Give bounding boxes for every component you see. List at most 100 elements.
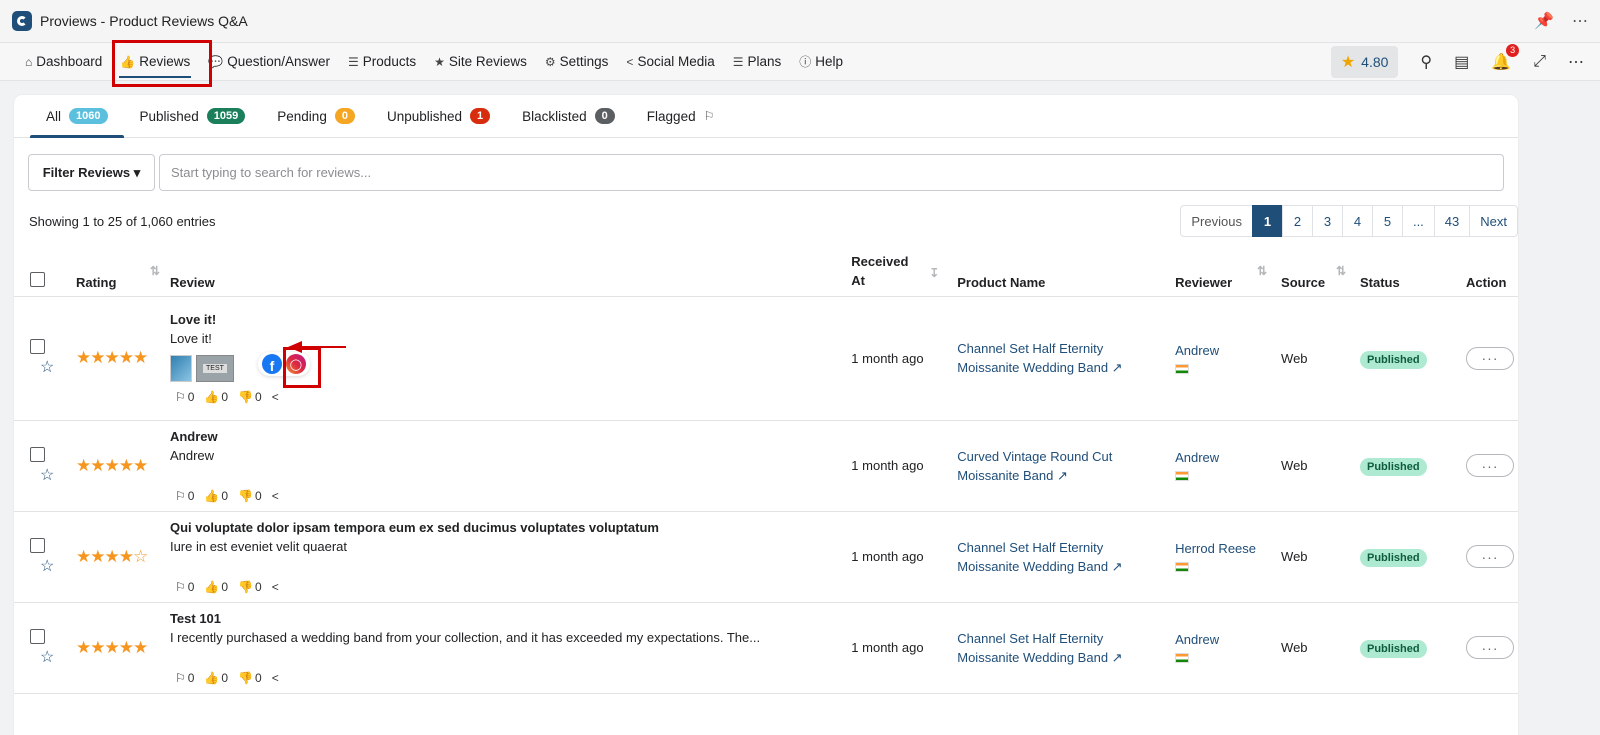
like-count[interactable]: 👍 0 bbox=[204, 580, 228, 594]
favorite-star-icon[interactable]: ☆ bbox=[40, 467, 54, 484]
review-image-thumbnail[interactable] bbox=[169, 354, 192, 382]
thumbs-up-icon: 👍 bbox=[204, 390, 220, 404]
row-checkbox[interactable] bbox=[30, 628, 45, 644]
favorite-star-icon[interactable]: ☆ bbox=[40, 558, 54, 575]
tab-pending[interactable]: Pending 0 bbox=[261, 95, 371, 137]
tab-published[interactable]: Published 1059 bbox=[124, 95, 262, 137]
page-button-43[interactable]: 43 bbox=[1433, 205, 1471, 237]
nav-dashboard[interactable]: ⌂ Dashboard bbox=[16, 43, 111, 80]
flag-count[interactable]: ⚐ 0 bbox=[175, 671, 194, 685]
dislike-count[interactable]: 👎 0 bbox=[238, 580, 262, 594]
dislike-count[interactable]: 👎 0 bbox=[238, 390, 262, 404]
table-row: ☆ ★★★★★ Test 101 I recently purchased a … bbox=[14, 602, 1518, 694]
expand-icon[interactable]: ⤢ bbox=[1533, 53, 1546, 71]
flag-count[interactable]: ⚐ 0 bbox=[175, 390, 194, 404]
column-source[interactable]: Source ⇅ bbox=[1277, 247, 1356, 297]
review-title: Andrew bbox=[169, 428, 218, 444]
star-icon: ★ bbox=[1340, 53, 1356, 71]
page-button-5[interactable]: 5 bbox=[1371, 205, 1403, 237]
column-action: Action bbox=[1462, 247, 1518, 297]
flag-count[interactable]: ⚐ 0 bbox=[175, 580, 194, 594]
nav-help[interactable]: ⓘ Help bbox=[790, 43, 852, 80]
search-icon[interactable]: ⚲ bbox=[1420, 52, 1432, 72]
nav-question-answer[interactable]: 💬 Question/Answer bbox=[199, 43, 339, 80]
filter-reviews-button[interactable]: Filter Reviews ▾ bbox=[28, 154, 155, 191]
title-bar: Proviews - Product Reviews Q&A 📌 ⋯ bbox=[0, 0, 1600, 43]
row-checkbox[interactable] bbox=[30, 446, 45, 462]
reviewer-link[interactable]: Andrew bbox=[1175, 632, 1273, 647]
received-at: 1 month ago bbox=[847, 511, 954, 603]
favorite-star-icon[interactable]: ☆ bbox=[40, 649, 54, 666]
india-flag-icon bbox=[1175, 653, 1190, 663]
nav-social-media[interactable]: < Social Media bbox=[617, 43, 723, 80]
sort-icon: ⇅ bbox=[1335, 264, 1346, 278]
previous-page-button[interactable]: Previous bbox=[1180, 205, 1253, 237]
page-button-4[interactable]: 4 bbox=[1341, 205, 1373, 237]
product-link[interactable]: Channel Set Half Eternity Moissanite Wed… bbox=[957, 540, 1122, 574]
like-count[interactable]: 👍 0 bbox=[204, 671, 228, 685]
review-title: Test 101 bbox=[169, 610, 222, 626]
dislike-count[interactable]: 👎 0 bbox=[238, 671, 262, 685]
nav-reviews[interactable]: 👍 Reviews bbox=[111, 43, 199, 80]
select-all-checkbox[interactable] bbox=[30, 271, 45, 287]
tab-flagged[interactable]: Flagged ⚐ bbox=[631, 95, 731, 137]
share-icon[interactable]: < bbox=[272, 671, 279, 685]
like-count[interactable]: 👍 0 bbox=[204, 489, 228, 503]
reviewer-link[interactable]: Andrew bbox=[1175, 450, 1273, 465]
status-badge: Published bbox=[1360, 458, 1427, 476]
product-link[interactable]: Channel Set Half Eternity Moissanite Wed… bbox=[957, 341, 1122, 375]
tab-blacklisted[interactable]: Blacklisted 0 bbox=[506, 95, 631, 137]
column-received-at[interactable]: Received At ↧ bbox=[847, 247, 954, 297]
favorite-star-icon[interactable]: ☆ bbox=[40, 359, 54, 376]
page-button-3[interactable]: 3 bbox=[1311, 205, 1343, 237]
tab-unpublished[interactable]: Unpublished 1 bbox=[371, 95, 506, 137]
reviewer-link[interactable]: Herrod Reese bbox=[1175, 541, 1273, 556]
row-actions-button[interactable]: ··· bbox=[1466, 454, 1514, 477]
nav-products[interactable]: ☰ Products bbox=[339, 43, 425, 80]
thumbs-down-icon: 👎 bbox=[238, 390, 253, 404]
more-options-icon[interactable]: ⋯ bbox=[1568, 52, 1584, 72]
store-rating[interactable]: ★ 4.80 bbox=[1330, 45, 1399, 78]
count-badge: 1059 bbox=[206, 108, 246, 124]
review-body: Iure in est eveniet velit quaerat bbox=[169, 538, 348, 554]
share-icon[interactable]: < bbox=[272, 580, 279, 594]
row-actions-button[interactable]: ··· bbox=[1466, 346, 1514, 370]
nav-settings[interactable]: ⚙ Settings bbox=[536, 43, 618, 80]
like-count[interactable]: 👍 0 bbox=[204, 390, 228, 404]
tab-all[interactable]: All 1060 bbox=[30, 95, 124, 138]
row-checkbox[interactable] bbox=[30, 537, 45, 553]
product-link[interactable]: Curved Vintage Round Cut Moissanite Band… bbox=[957, 449, 1112, 483]
page-button-2[interactable]: 2 bbox=[1281, 205, 1313, 237]
notification-badge: 3 bbox=[1506, 43, 1520, 57]
nav-plans[interactable]: ☰ Plans bbox=[724, 43, 791, 80]
review-image-thumbnail[interactable]: TEST bbox=[195, 354, 234, 382]
flag-count[interactable]: ⚐ 0 bbox=[175, 489, 194, 503]
nav-site-reviews[interactable]: ★ Site Reviews bbox=[425, 43, 536, 80]
page-button-1[interactable]: 1 bbox=[1251, 205, 1283, 237]
count-badge: 0 bbox=[334, 108, 355, 124]
row-actions-button[interactable]: ··· bbox=[1466, 636, 1514, 659]
product-link[interactable]: Channel Set Half Eternity Moissanite Wed… bbox=[957, 631, 1122, 665]
row-actions-button[interactable]: ··· bbox=[1466, 545, 1514, 568]
review-title: Love it! bbox=[169, 312, 217, 327]
share-icon[interactable]: < bbox=[272, 489, 279, 503]
bell-icon[interactable]: 🔔 3 bbox=[1491, 43, 1520, 72]
dislike-count[interactable]: 👎 0 bbox=[238, 489, 262, 503]
instagram-icon[interactable]: ◯ bbox=[285, 354, 306, 374]
id-card-icon[interactable]: ▤ bbox=[1454, 52, 1469, 72]
review-actions: ⚐ 0 👍 0 👎 0 < bbox=[175, 390, 843, 404]
more-options-icon[interactable]: ⋯ bbox=[1572, 11, 1588, 31]
column-status: Status bbox=[1356, 247, 1462, 297]
column-rating[interactable]: Rating ⇅ bbox=[71, 247, 166, 297]
next-page-button[interactable]: Next bbox=[1469, 205, 1518, 237]
search-reviews-input[interactable] bbox=[159, 154, 1504, 191]
share-icon[interactable]: < bbox=[272, 390, 279, 404]
sort-icon: ⇅ bbox=[149, 264, 160, 278]
pin-icon[interactable]: 📌 bbox=[1534, 11, 1554, 31]
column-reviewer[interactable]: Reviewer ⇅ bbox=[1171, 247, 1278, 297]
reviewer-link[interactable]: Andrew bbox=[1175, 343, 1273, 358]
facebook-icon[interactable]: f bbox=[261, 354, 282, 374]
main-nav: ⌂ Dashboard 👍 Reviews 💬 Question/Answer ☰ Pr… bbox=[0, 40, 1600, 87]
entries-info: Showing 1 to 25 of 1,060 entries bbox=[29, 213, 216, 229]
row-checkbox[interactable] bbox=[30, 339, 45, 354]
